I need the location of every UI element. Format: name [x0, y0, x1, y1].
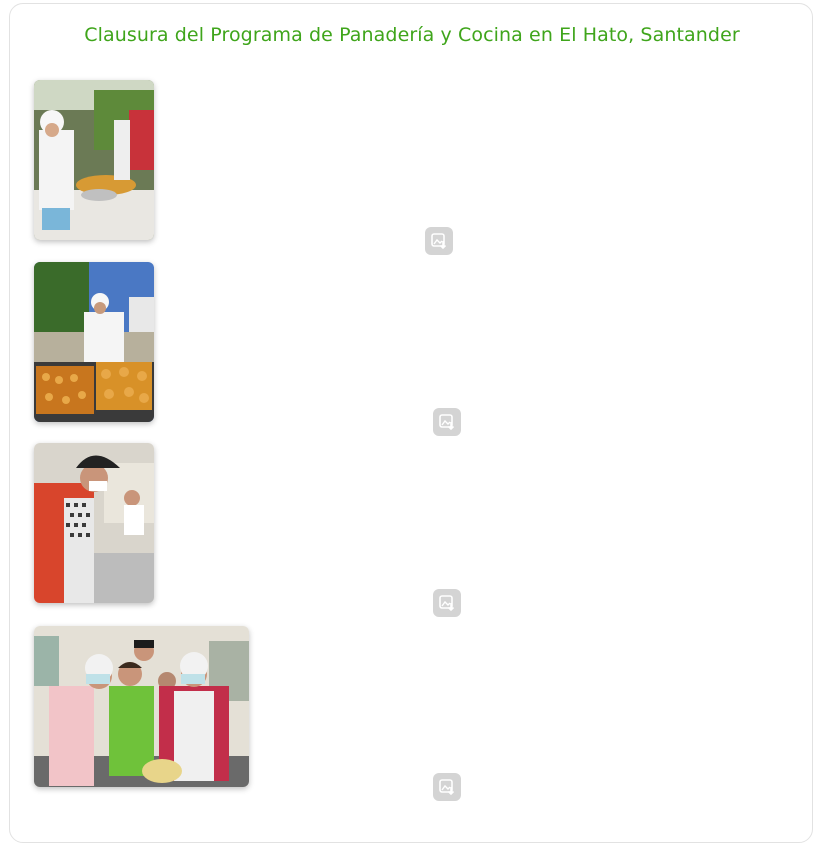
- gallery-photo-2[interactable]: [34, 262, 154, 422]
- gallery-photo-4[interactable]: [34, 626, 249, 787]
- image-download-icon[interactable]: [433, 589, 461, 617]
- image-download-icon[interactable]: [433, 773, 461, 801]
- page-title: Clausura del Programa de Panadería y Coc…: [84, 24, 740, 46]
- image-download-icon[interactable]: [425, 227, 453, 255]
- baker-serving-pastries-image: [34, 80, 154, 240]
- baker-with-bread-trays-image: [34, 262, 154, 422]
- cook-in-red-shirt-kitchen-image: [34, 443, 154, 603]
- group-in-kitchen-image: [34, 626, 249, 787]
- gallery-photo-3[interactable]: [34, 443, 154, 603]
- gallery-photo-1[interactable]: [34, 80, 154, 240]
- image-download-icon[interactable]: [433, 408, 461, 436]
